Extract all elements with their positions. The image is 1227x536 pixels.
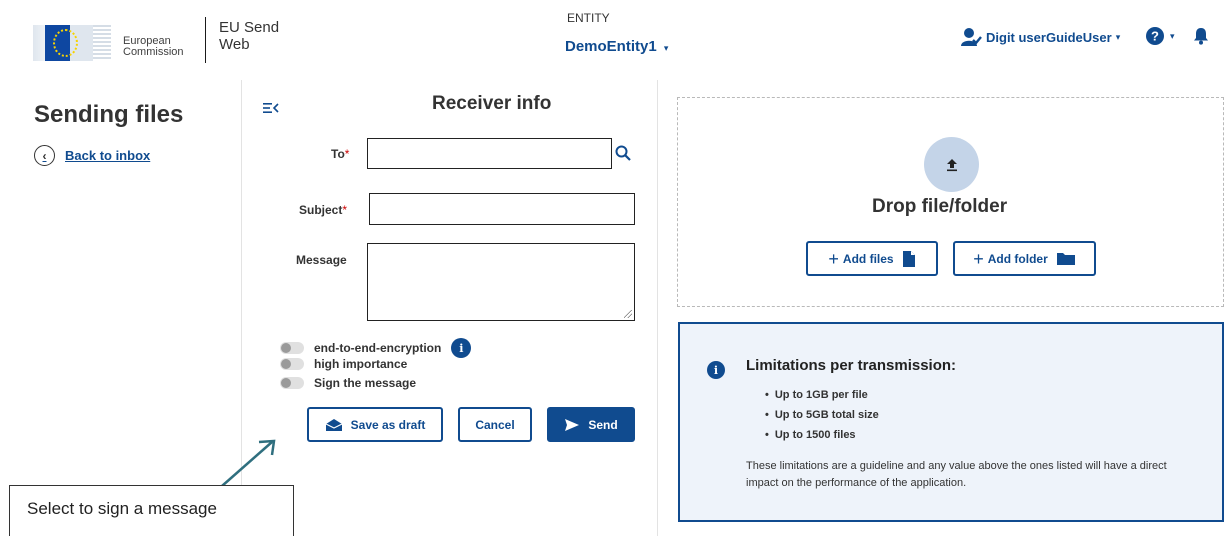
subject-label: Subject* <box>299 203 348 217</box>
collapse-sidebar-button[interactable] <box>263 101 279 119</box>
logo-divider <box>205 17 206 63</box>
drop-title: Drop file/folder <box>858 196 1022 224</box>
limitations-note: These limitations are a guideline and an… <box>746 460 1167 489</box>
chevron-down-icon: ▾ <box>1170 30 1175 41</box>
envelope-open-icon <box>325 418 342 431</box>
chevron-down-icon: ▾ <box>1115 31 1121 42</box>
recipient-search-button[interactable] <box>615 145 631 166</box>
callout-text: Select to sign a message <box>27 499 217 518</box>
limitations-panel: i Limitations per transmission: Up to 1G… <box>678 322 1224 522</box>
bell-icon <box>1194 28 1208 45</box>
top-header: European Commission EU Send Web ENTITY D… <box>0 0 1227 80</box>
receiver-info-text: Receiver info <box>432 93 552 114</box>
send-label: Send <box>588 417 618 432</box>
file-icon <box>902 250 915 267</box>
info-icon[interactable]: i <box>451 338 472 358</box>
message-label: Message <box>296 253 347 267</box>
user-menu[interactable]: Digit userGuideUser ▾ <box>960 27 1120 47</box>
add-files-label: Add files <box>842 251 894 266</box>
save-draft-label: Save as draft <box>350 417 426 432</box>
entity-label: ENTITY <box>567 11 610 25</box>
upload-icon <box>946 158 957 171</box>
logo-line-2: Commission <box>123 46 184 58</box>
to-label: To* <box>331 147 350 161</box>
add-files-button[interactable]: + Add files <box>806 241 938 276</box>
entity-name: DemoEntity1 <box>565 38 657 55</box>
notifications-button[interactable] <box>1193 27 1209 50</box>
help-icon: ? <box>1146 27 1164 45</box>
annotation-callout: Select to sign a message <box>9 485 294 536</box>
panel-divider <box>657 80 658 536</box>
back-to-inbox-link[interactable]: ‹ Back to inbox <box>34 145 150 166</box>
logo-text: European Commission <box>123 36 184 58</box>
message-textarea[interactable] <box>367 243 635 321</box>
callout-arrow <box>221 439 276 487</box>
entity-selector[interactable]: DemoEntity1 ▾ <box>565 38 668 55</box>
back-arrow-icon: ‹ <box>34 145 55 166</box>
toggle-label: high importance <box>314 357 408 371</box>
eu-flag-icon <box>33 25 93 61</box>
list-item: Up to 5GB total size <box>765 405 879 425</box>
folder-icon <box>1056 253 1075 265</box>
search-icon <box>615 145 631 161</box>
resize-handle[interactable] <box>624 310 632 318</box>
collapse-icon <box>263 103 279 113</box>
back-link-label: Back to inbox <box>65 148 151 163</box>
cancel-label: Cancel <box>475 417 515 432</box>
user-name: Digit userGuideUser <box>986 29 1112 45</box>
info-icon: i <box>707 361 725 379</box>
toggle-label: Sign the message <box>314 376 417 390</box>
subject-input[interactable] <box>369 193 635 225</box>
list-item: Up to 1500 files <box>765 425 879 445</box>
user-check-icon <box>961 28 982 46</box>
app-name: EU Send Web <box>219 19 279 53</box>
toggle-high-importance[interactable]: high importance <box>280 357 407 371</box>
toggle-switch[interactable] <box>280 358 304 370</box>
chevron-down-icon: ▾ <box>663 43 669 53</box>
app-name-line-1: EU Send <box>219 19 280 36</box>
send-button[interactable]: Send <box>547 407 635 442</box>
list-item: Up to 1GB per file <box>765 385 879 405</box>
add-folder-button[interactable]: + Add folder <box>953 241 1096 276</box>
send-icon <box>565 418 580 431</box>
upload-button[interactable] <box>924 137 979 192</box>
add-folder-label: Add folder <box>987 251 1048 266</box>
ec-logo[interactable]: European Commission <box>33 19 193 63</box>
receiver-info-title: Receiver info <box>418 93 566 121</box>
svg-text:?: ? <box>1151 29 1159 44</box>
to-input[interactable] <box>367 138 612 169</box>
toggle-switch[interactable] <box>280 377 304 389</box>
limitations-list: Up to 1GB per file Up to 5GB total size … <box>765 385 879 445</box>
cancel-button[interactable]: Cancel <box>458 407 532 442</box>
page-title: Sending files <box>34 101 184 128</box>
toggle-encryption[interactable]: end-to-end-encryption i <box>280 338 472 358</box>
app-name-line-2: Web <box>219 36 250 53</box>
limitations-title: Limitations per transmission: <box>746 357 957 374</box>
help-menu[interactable]: ? ▾ <box>1146 27 1175 45</box>
toggle-sign-message[interactable]: Sign the message <box>280 376 416 390</box>
toggle-label: end-to-end-encryption <box>314 341 442 355</box>
save-draft-button[interactable]: Save as draft <box>307 407 443 442</box>
toggle-switch[interactable] <box>280 342 304 354</box>
drop-title-text: Drop file/folder <box>872 196 1008 217</box>
